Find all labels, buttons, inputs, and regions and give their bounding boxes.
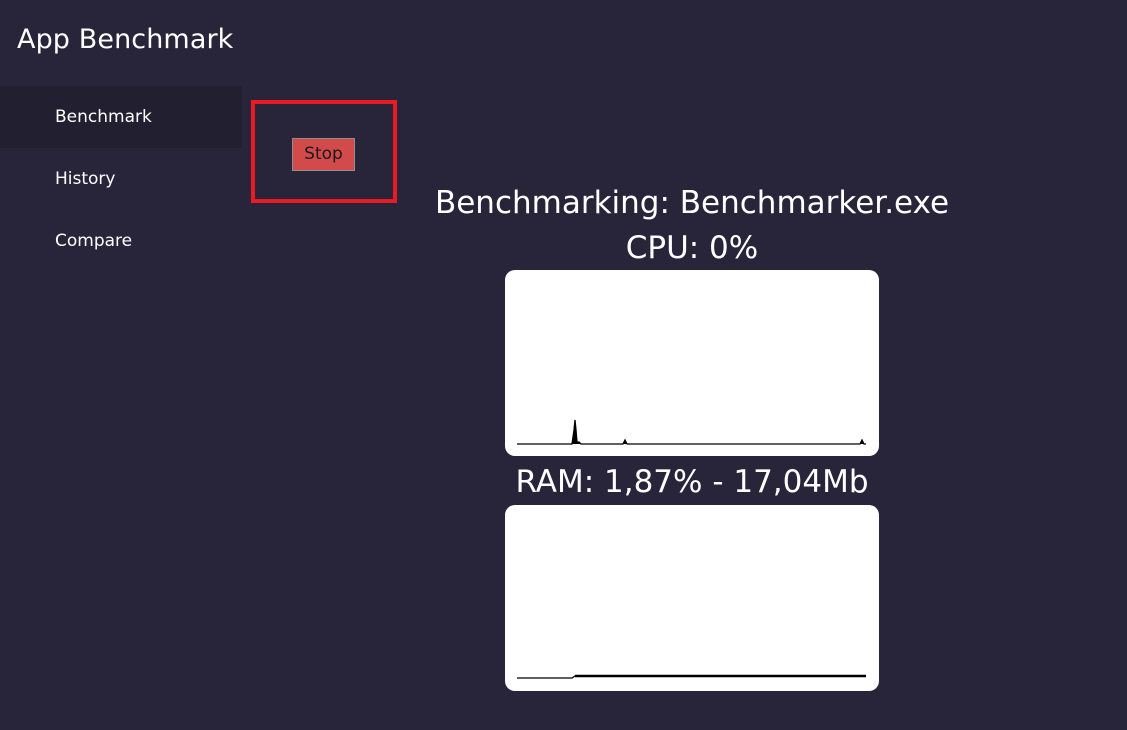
app-window: App Benchmark Benchmark History Compare … bbox=[0, 0, 1127, 730]
sidebar-item-benchmark[interactable]: Benchmark bbox=[0, 86, 242, 148]
cpu-graph bbox=[505, 270, 879, 456]
sidebar-item-compare[interactable]: Compare bbox=[0, 210, 242, 272]
benchmark-title: Benchmarking: Benchmarker.exe bbox=[434, 185, 950, 221]
ram-label: RAM: 1,87% - 17,04Mb bbox=[515, 464, 869, 500]
app-title: App Benchmark bbox=[17, 24, 234, 55]
cpu-graph-svg bbox=[517, 419, 866, 445]
sidebar: Benchmark History Compare bbox=[0, 86, 242, 272]
stop-button[interactable]: Stop bbox=[292, 138, 355, 171]
ram-graph bbox=[505, 505, 879, 691]
cpu-label: CPU: 0% bbox=[625, 230, 759, 266]
sidebar-item-history[interactable]: History bbox=[0, 148, 242, 210]
cpu-graph-line bbox=[517, 419, 866, 445]
ram-graph-svg bbox=[517, 674, 866, 679]
